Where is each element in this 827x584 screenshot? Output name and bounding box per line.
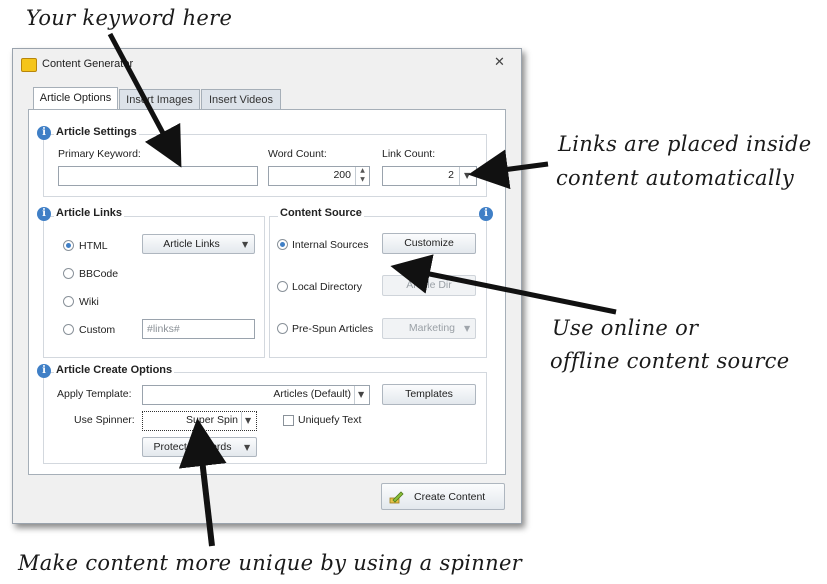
word-count-label: Word Count: — [268, 148, 327, 160]
primary-keyword-label: Primary Keyword: — [58, 148, 141, 160]
article-dir-button[interactable]: Article Dir — [382, 275, 476, 296]
radio-wiki[interactable] — [63, 296, 74, 307]
marketing-select-label: Marketing — [408, 322, 455, 334]
article-links-dropdown[interactable]: Article Links — [142, 234, 255, 254]
use-spinner-label: Use Spinner: — [74, 414, 135, 426]
link-count-dropdown[interactable]: ▼ — [459, 167, 476, 185]
create-content-label: Create Content — [414, 491, 486, 503]
radio-html[interactable] — [63, 240, 74, 251]
template-dropdown[interactable]: ▼ — [354, 386, 369, 404]
radio-custom[interactable] — [63, 324, 74, 335]
spinner-dropdown[interactable]: ▼ — [241, 412, 256, 430]
pencil-icon — [389, 491, 404, 504]
annotation-source-line1: Use online or — [552, 316, 699, 340]
title-bar[interactable]: Content Generator ✕ — [13, 49, 521, 79]
radio-internal-sources-label: Internal Sources — [292, 239, 369, 251]
radio-internal-sources[interactable] — [277, 239, 288, 250]
annotation-source-line2: offline content source — [550, 349, 790, 373]
chevron-down-icon[interactable]: ▼ — [464, 171, 470, 180]
article-create-options-title: Article Create Options — [54, 364, 175, 376]
spinner-select[interactable]: Super Spin — [142, 411, 257, 431]
uniquefy-text-checkbox[interactable] — [283, 415, 294, 426]
spin-up-icon[interactable]: ▲ — [356, 167, 369, 176]
article-links-title: Article Links — [54, 207, 125, 219]
radio-wiki-label: Wiki — [79, 296, 99, 308]
create-content-button[interactable]: Create Content — [381, 483, 505, 510]
annotation-links-line2: content automatically — [556, 166, 795, 190]
tab-insert-videos[interactable]: Insert Videos — [201, 89, 281, 109]
radio-pre-spun-articles[interactable] — [277, 323, 288, 334]
window-title: Content Generator — [42, 58, 134, 70]
radio-custom-label: Custom — [79, 324, 116, 336]
customize-button[interactable]: Customize — [382, 233, 476, 254]
chevron-down-icon[interactable]: ▼ — [358, 390, 364, 399]
template-select[interactable]: Articles (Default) — [142, 385, 370, 405]
chevron-down-icon[interactable]: ▼ — [245, 416, 251, 425]
info-icon: i — [37, 207, 51, 221]
spin-down-icon[interactable]: ▼ — [356, 176, 369, 185]
pencil-note-icon — [21, 58, 37, 72]
marketing-select[interactable]: Marketing — [382, 318, 476, 339]
protected-words-dropdown[interactable]: Protected Words — [142, 437, 257, 457]
info-icon: i — [37, 364, 51, 378]
protected-words-label: Protected Words — [153, 441, 232, 453]
tab-article-options[interactable]: Article Options — [33, 87, 118, 110]
custom-links-input[interactable]: #links# — [142, 319, 255, 339]
radio-local-directory-label: Local Directory — [292, 281, 363, 293]
article-links-dropdown-label: Article Links — [163, 238, 220, 250]
chevron-down-icon[interactable]: ▼ — [242, 240, 248, 249]
radio-pre-spun-articles-label: Pre-Spun Articles — [292, 323, 374, 335]
annotation-keyword: Your keyword here — [26, 6, 233, 30]
content-generator-window: Content Generator ✕ Article Options Inse… — [12, 48, 522, 524]
radio-bbcode[interactable] — [63, 268, 74, 279]
templates-button[interactable]: Templates — [382, 384, 476, 405]
close-icon[interactable]: ✕ — [494, 55, 505, 70]
apply-template-label: Apply Template: — [57, 388, 132, 400]
primary-keyword-input[interactable] — [58, 166, 258, 186]
article-settings-title: Article Settings — [54, 126, 139, 138]
uniquefy-text-label: Uniquefy Text — [298, 414, 362, 426]
link-count-label: Link Count: — [382, 148, 436, 160]
article-options-panel: i Article Settings Primary Keyword: Word… — [28, 109, 506, 475]
chevron-down-icon[interactable]: ▼ — [244, 443, 250, 452]
tab-insert-images[interactable]: Insert Images — [119, 89, 200, 109]
chevron-down-icon[interactable]: ▼ — [464, 324, 470, 333]
info-icon[interactable]: i — [479, 207, 493, 221]
radio-bbcode-label: BBCode — [79, 268, 119, 280]
annotation-links-line1: Links are placed inside — [558, 132, 812, 156]
radio-local-directory[interactable] — [277, 281, 288, 292]
content-source-title: Content Source — [278, 207, 364, 219]
info-icon: i — [37, 126, 51, 140]
word-count-spin[interactable]: ▲ ▼ — [355, 167, 369, 185]
radio-html-label: HTML — [79, 240, 108, 252]
annotation-spinner: Make content more unique by using a spin… — [18, 551, 523, 575]
